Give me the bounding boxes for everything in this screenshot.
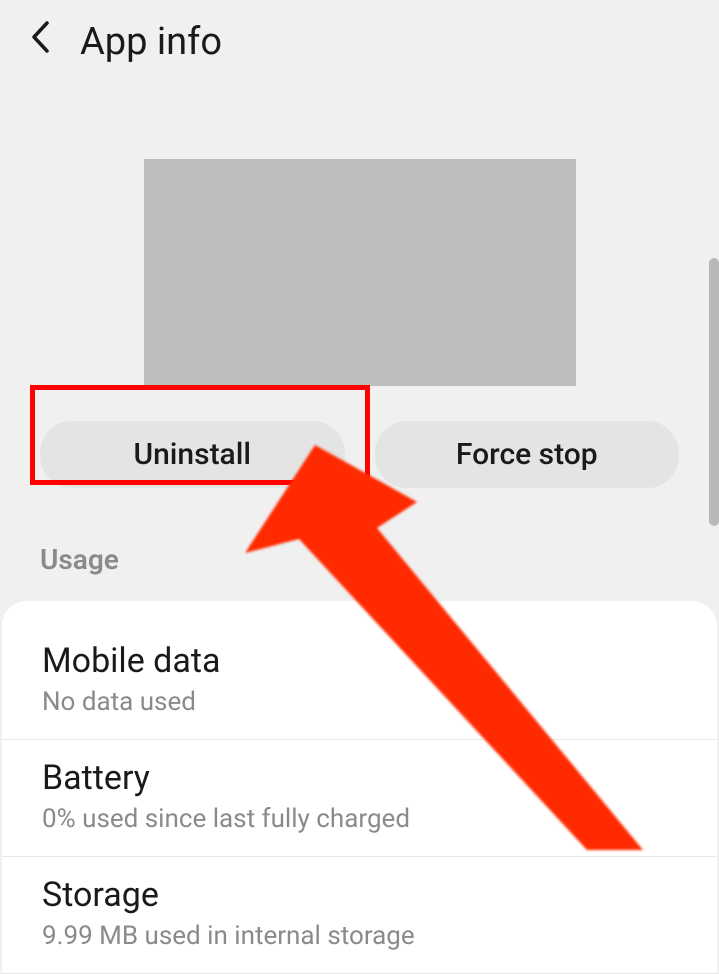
scroll-indicator[interactable] (709, 258, 719, 526)
action-buttons-row: Uninstall Force stop (0, 421, 719, 488)
force-stop-button[interactable]: Force stop (375, 421, 680, 488)
usage-item-title: Storage (42, 875, 677, 915)
usage-item-mobile-data[interactable]: Mobile data No data used (2, 631, 717, 740)
usage-item-subtitle: No data used (42, 687, 677, 717)
back-icon[interactable] (30, 20, 50, 64)
usage-item-subtitle: 9.99 MB used in internal storage (42, 921, 677, 951)
usage-section-label: Usage (0, 543, 719, 576)
usage-item-title: Mobile data (42, 641, 677, 681)
header: App info (0, 0, 719, 84)
page-title: App info (80, 20, 222, 64)
usage-card: Mobile data No data used Battery 0% used… (2, 601, 717, 974)
app-icon-placeholder (144, 159, 576, 386)
usage-item-title: Battery (42, 758, 677, 798)
usage-item-battery[interactable]: Battery 0% used since last fully charged (2, 740, 717, 857)
uninstall-button[interactable]: Uninstall (40, 421, 345, 488)
usage-item-subtitle: 0% used since last fully charged (42, 804, 677, 834)
usage-item-storage[interactable]: Storage 9.99 MB used in internal storage (2, 857, 717, 974)
